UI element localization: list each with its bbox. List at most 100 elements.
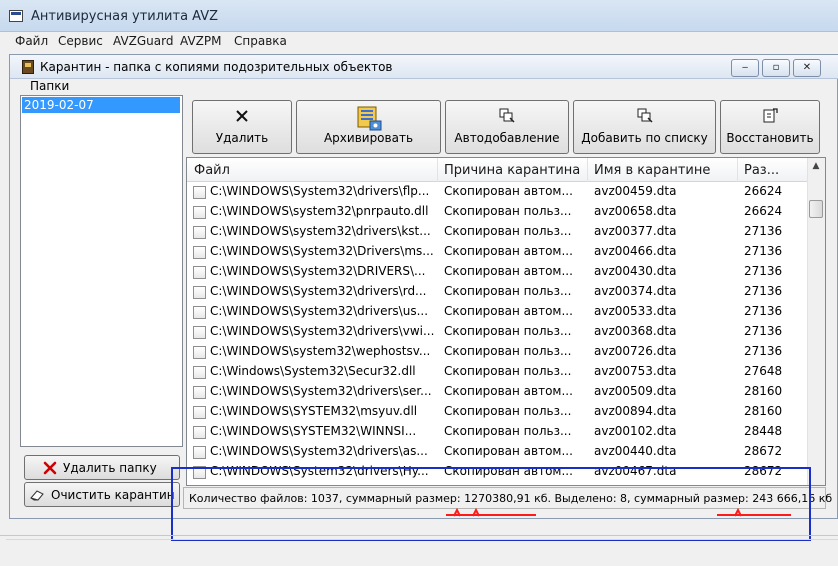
row-checkbox[interactable] xyxy=(193,366,206,379)
column-header-reason[interactable]: Причина карантина xyxy=(444,163,580,178)
row-checkbox[interactable] xyxy=(193,226,206,239)
scroll-up-icon[interactable]: ▲ xyxy=(807,158,825,175)
cell-reason: Скопирован автом... xyxy=(444,244,573,258)
folder-list[interactable] xyxy=(20,95,183,447)
table-row[interactable]: C:\WINDOWS\SYSTEM32\WINNSI... Скопирован … xyxy=(187,422,807,442)
cell-size: 27136 xyxy=(744,244,783,258)
cell-file: C:\WINDOWS\system32\drivers\kst... xyxy=(210,224,431,238)
cell-file: C:\WINDOWS\SYSTEM32\WINNSI... xyxy=(210,424,417,438)
restore-window-button[interactable]: ▫ xyxy=(762,59,790,77)
cell-quarantine-name: avz00102.dta xyxy=(594,424,677,438)
row-checkbox[interactable] xyxy=(193,266,206,279)
menu-avzpm[interactable]: AVZPM xyxy=(180,34,221,48)
cell-quarantine-name: avz00533.dta xyxy=(594,304,677,318)
archive-button[interactable]: Архивировать xyxy=(296,100,441,154)
cell-size: 28672 xyxy=(744,444,783,458)
row-checkbox[interactable] xyxy=(193,286,206,299)
column-separator[interactable] xyxy=(737,158,738,182)
table-row[interactable]: C:\WINDOWS\System32\drivers\ser... Скопир… xyxy=(187,382,807,402)
cell-size: 28160 xyxy=(744,404,783,418)
cell-reason: Скопирован автом... xyxy=(444,304,573,318)
cell-quarantine-name: avz00459.dta xyxy=(594,184,677,198)
cell-reason: Скопирован польз... xyxy=(444,344,572,358)
row-checkbox[interactable] xyxy=(193,306,206,319)
table-row[interactable]: C:\WINDOWS\SYSTEM32\msyuv.dll Скопирован … xyxy=(187,402,807,422)
restore-button-label: Восстановить xyxy=(726,131,814,145)
table-row[interactable]: C:\WINDOWS\System32\drivers\as... Скопиро… xyxy=(187,442,807,462)
red-underline-marks xyxy=(453,508,480,517)
table-row[interactable]: C:\Windows\System32\Secur32.dll Скопирова… xyxy=(187,362,807,382)
table-row[interactable]: C:\WINDOWS\system32\wephostsv... Скопиров… xyxy=(187,342,807,362)
row-checkbox[interactable] xyxy=(193,446,206,459)
restore-button[interactable]: Восстановить xyxy=(720,100,820,154)
add-list-icon xyxy=(637,108,653,123)
cell-quarantine-name: avz00374.dta xyxy=(594,284,677,298)
row-checkbox[interactable] xyxy=(193,406,206,419)
cell-reason: Скопирован польз... xyxy=(444,284,572,298)
table-row[interactable]: C:\WINDOWS\system32\drivers\kst... Скопир… xyxy=(187,222,807,242)
cell-file: C:\WINDOWS\System32\drivers\us... xyxy=(210,304,429,318)
row-checkbox[interactable] xyxy=(193,186,206,199)
cell-reason: Скопирован автом... xyxy=(444,444,573,458)
scrollbar-thumb[interactable] xyxy=(809,200,823,218)
bottom-separator xyxy=(0,535,838,536)
table-row[interactable]: C:\WINDOWS\system32\pnrpauto.dll Скопиров… xyxy=(187,202,807,222)
cell-file: C:\WINDOWS\System32\drivers\as... xyxy=(210,444,428,458)
cell-file: C:\WINDOWS\System32\drivers\ser... xyxy=(210,384,432,398)
delete-folder-button[interactable]: Удалить папку xyxy=(24,455,180,480)
red-underline-marks xyxy=(734,508,742,517)
close-window-button[interactable]: ✕ xyxy=(793,59,821,77)
menu-avzguard[interactable]: AVZGuard xyxy=(113,34,173,48)
cell-size: 27136 xyxy=(744,264,783,278)
quarantine-title: Карантин - папка с копиями подозрительны… xyxy=(40,60,393,74)
menu-bar: Файл Сервис AVZGuard AVZPM Справка xyxy=(0,32,838,50)
add-by-list-button[interactable]: Добавить по списку xyxy=(573,100,716,154)
cell-file: C:\WINDOWS\SYSTEM32\msyuv.dll xyxy=(210,404,418,418)
cell-size: 26624 xyxy=(744,184,783,198)
delete-button[interactable]: Удалить xyxy=(192,100,292,154)
minimize-button[interactable]: ‒ xyxy=(731,59,759,77)
cell-file: C:\WINDOWS\System32\Drivers\ms... xyxy=(210,244,434,258)
row-checkbox[interactable] xyxy=(193,426,206,439)
cell-reason: Скопирован автом... xyxy=(444,184,573,198)
clear-quarantine-button[interactable]: Очистить карантин xyxy=(24,482,180,507)
auto-add-button[interactable]: Автодобавление xyxy=(445,100,569,154)
cell-quarantine-name: avz00430.dta xyxy=(594,264,677,278)
table-row[interactable]: C:\WINDOWS\System32\Drivers\ms... Скопиро… xyxy=(187,242,807,262)
restore-icon xyxy=(763,108,778,123)
table-row[interactable]: C:\WINDOWS\System32\drivers\flp... Скопир… xyxy=(187,182,807,202)
menu-help[interactable]: Справка xyxy=(234,34,287,48)
table-row[interactable]: C:\WINDOWS\System32\drivers\vwi... Скопир… xyxy=(187,322,807,342)
column-header-size[interactable]: Раз... xyxy=(744,163,779,178)
row-checkbox[interactable] xyxy=(193,326,206,339)
column-header-file[interactable]: Файл xyxy=(194,163,230,178)
cell-quarantine-name: avz00466.dta xyxy=(594,244,677,258)
column-separator[interactable] xyxy=(437,158,438,182)
cell-size: 28448 xyxy=(744,424,783,438)
cell-size: 28160 xyxy=(744,384,783,398)
cell-size: 27136 xyxy=(744,324,783,338)
highlight-annotation-box xyxy=(171,467,811,541)
cell-quarantine-name: avz00509.dta xyxy=(594,384,677,398)
add-by-list-label: Добавить по списку xyxy=(581,131,708,145)
archive-zip-icon xyxy=(357,106,381,131)
row-checkbox[interactable] xyxy=(193,386,206,399)
cell-file: C:\WINDOWS\system32\wephostsv... xyxy=(210,344,431,358)
folder-item[interactable]: 2019-02-07 xyxy=(22,97,180,113)
column-header-quarantine-name[interactable]: Имя в карантине xyxy=(594,163,710,178)
menu-service[interactable]: Сервис xyxy=(58,34,103,48)
cell-size: 27136 xyxy=(744,344,783,358)
row-checkbox[interactable] xyxy=(193,246,206,259)
cell-file: C:\WINDOWS\System32\drivers\vwi... xyxy=(210,324,435,338)
row-checkbox[interactable] xyxy=(193,346,206,359)
column-separator[interactable] xyxy=(587,158,588,182)
cell-reason: Скопирован польз... xyxy=(444,364,572,378)
cell-reason: Скопирован польз... xyxy=(444,404,572,418)
cell-file: C:\WINDOWS\system32\pnrpauto.dll xyxy=(210,204,429,218)
table-row[interactable]: C:\WINDOWS\System32\DRIVERS\... Скопирова… xyxy=(187,262,807,282)
cell-reason: Скопирован польз... xyxy=(444,224,572,238)
table-row[interactable]: C:\WINDOWS\System32\drivers\us... Скопиро… xyxy=(187,302,807,322)
table-row[interactable]: C:\WINDOWS\System32\drivers\rd... Скопиро… xyxy=(187,282,807,302)
menu-file[interactable]: Файл xyxy=(15,34,48,48)
row-checkbox[interactable] xyxy=(193,206,206,219)
